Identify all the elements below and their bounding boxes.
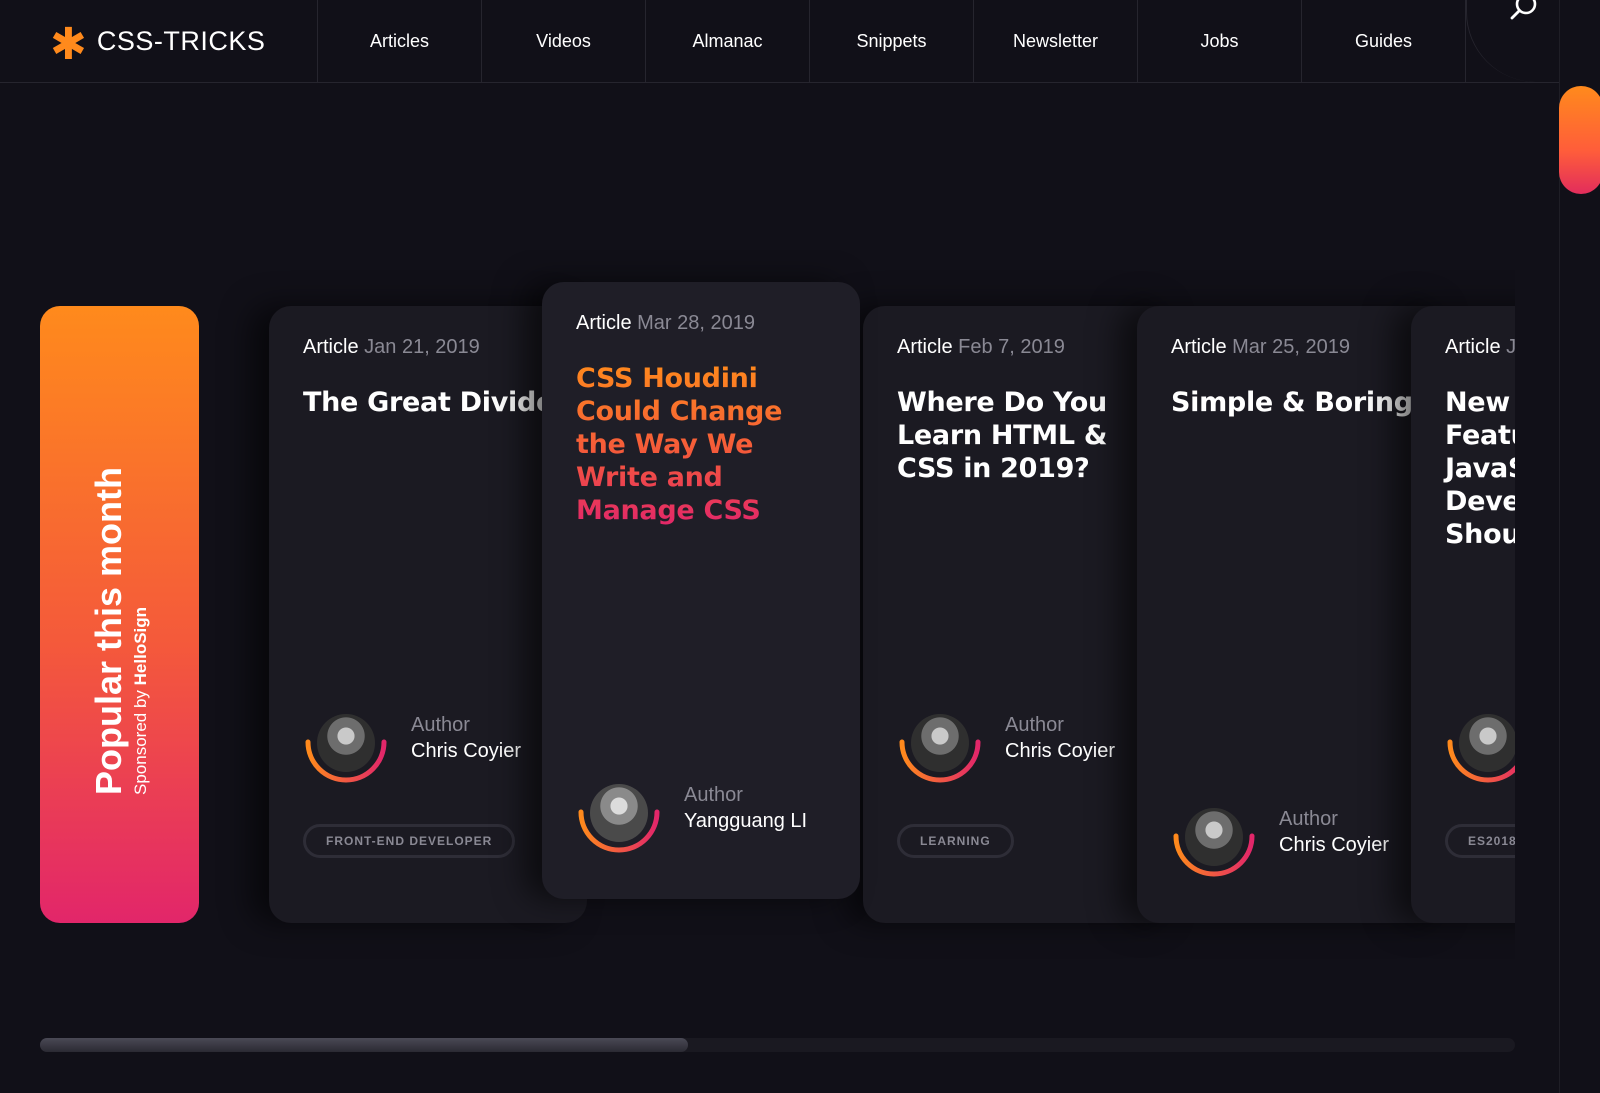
article-card[interactable]: Article Mar 25, 2019 Simple & Boring Aut… (1137, 306, 1455, 923)
article-title[interactable]: CSS Houdini Could Change the Way We Writ… (576, 362, 826, 527)
nav-newsletter[interactable]: Newsletter (974, 0, 1138, 82)
nav-guides[interactable]: Guides (1302, 0, 1466, 82)
search-icon (1510, 0, 1537, 20)
sponsor-name[interactable]: HelloSign (131, 606, 150, 684)
avatar (590, 784, 648, 842)
author-name[interactable]: Chris Coyier (411, 740, 521, 763)
avatar (317, 714, 375, 772)
sponsor-line: Sponsored by HelloSign (130, 606, 150, 795)
avatar (911, 714, 969, 772)
popular-title: Popular this month (87, 466, 129, 795)
author-name[interactable]: Chris Coyier (1005, 740, 1115, 763)
author-block[interactable] (1445, 706, 1515, 783)
article-title[interactable]: New ES2018 Features Every JavaScript Dev… (1445, 386, 1515, 551)
article-card[interactable]: Article Feb 7, 2019 Where Do You Learn H… (863, 306, 1181, 923)
avatar (1185, 808, 1243, 866)
featured-article-card[interactable]: Article Mar 28, 2019 CSS Houdini Could C… (542, 282, 860, 899)
search-area (1466, 0, 1559, 82)
carousel-scrollbar-thumb[interactable] (40, 1038, 688, 1052)
card-meta: Article J (1445, 336, 1515, 358)
article-title[interactable]: Simple & Boring (1171, 386, 1433, 419)
author-name[interactable]: Yangguang LI (684, 810, 807, 833)
card-meta: Article Mar 25, 2019 (1171, 336, 1350, 358)
article-title[interactable]: The Great Divide (303, 386, 565, 419)
site-logo[interactable]: ✱ CSS-TRICKS (0, 0, 318, 82)
nav-almanac[interactable]: Almanac (646, 0, 810, 82)
author-block[interactable]: Author Yangguang LI (576, 776, 866, 853)
asterisk-logo-icon: ✱ (50, 19, 87, 70)
avatar (1459, 714, 1515, 772)
tag-pill[interactable]: FRONT-END DEVELOPER (303, 824, 516, 858)
article-title[interactable]: Where Do You Learn HTML & CSS in 2019? (897, 386, 1112, 485)
popular-this-month-panel: Popular this month Sponsored by HelloSig… (40, 306, 199, 923)
nav-videos[interactable]: Videos (482, 0, 646, 82)
nav-articles[interactable]: Articles (318, 0, 482, 82)
article-card[interactable]: Article J New ES2018 Features Every Java… (1411, 306, 1515, 923)
card-meta: Article Mar 28, 2019 (576, 312, 755, 334)
author-name[interactable]: Chris Coyier (1279, 834, 1389, 857)
article-card[interactable]: Article Jan 21, 2019 The Great Divide Au… (269, 306, 587, 923)
site-header: ✱ CSS-TRICKS Articles Videos Almanac Sni… (0, 0, 1559, 83)
card-meta: Article Jan 21, 2019 (303, 336, 480, 358)
nav-jobs[interactable]: Jobs (1138, 0, 1302, 82)
popular-articles-carousel[interactable]: Article Jan 21, 2019 The Great Divide Au… (200, 250, 1515, 970)
card-meta: Article Feb 7, 2019 (897, 336, 1065, 358)
tag-pill[interactable]: LEARNING (897, 824, 1014, 858)
nav-snippets[interactable]: Snippets (810, 0, 974, 82)
page-scrollbar-thumb[interactable] (1559, 86, 1600, 194)
logo-text: CSS-TRICKS (96, 25, 266, 56)
tag-pill[interactable]: ES2018 (1445, 824, 1515, 858)
